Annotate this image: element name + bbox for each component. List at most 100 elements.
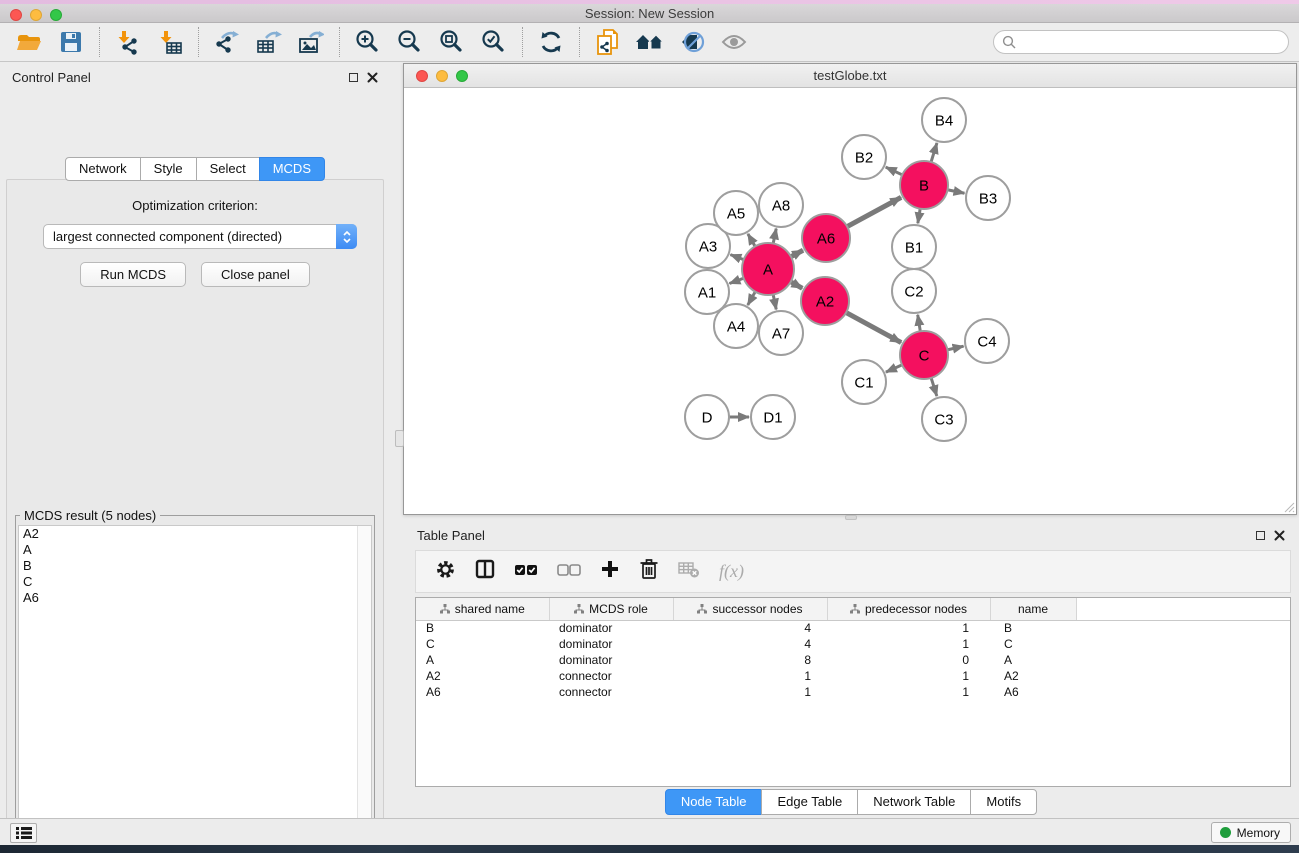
mcds-result-item[interactable]: A2: [19, 526, 371, 542]
close-window-button[interactable]: [10, 9, 22, 21]
close-table-panel-icon[interactable]: [1274, 530, 1285, 541]
run-mcds-button[interactable]: Run MCDS: [80, 262, 186, 287]
zoom-out-button[interactable]: [389, 25, 431, 59]
select-all-columns-button[interactable]: [514, 563, 538, 581]
table-settings-button[interactable]: [435, 559, 456, 585]
graph-node-A8[interactable]: A8: [759, 183, 803, 227]
table-row[interactable]: Bdominator41B: [416, 620, 1290, 636]
tab-mcds[interactable]: MCDS: [259, 157, 325, 181]
table-row[interactable]: A6connector11A6: [416, 684, 1290, 700]
graph-node-C4[interactable]: C4: [965, 319, 1009, 363]
network-window-controls[interactable]: [416, 70, 468, 82]
refresh-view-button[interactable]: [530, 25, 572, 59]
network-canvas[interactable]: AA1A2A3A4A5A6A7A8BB1B2B3B4CC1C2C3C4DD1: [404, 88, 1296, 514]
maximize-network-window-button[interactable]: [456, 70, 468, 82]
open-session-button[interactable]: [8, 25, 50, 59]
maximize-window-button[interactable]: [50, 9, 62, 21]
graph-node-B4[interactable]: B4: [922, 98, 966, 142]
zoom-in-button[interactable]: [347, 25, 389, 59]
function-builder-button[interactable]: f(x): [719, 561, 744, 582]
node-table[interactable]: shared name MCDS role successor nodes pr…: [415, 597, 1291, 787]
network-graph[interactable]: AA1A2A3A4A5A6A7A8BB1B2B3B4CC1C2C3C4DD1: [404, 88, 1296, 514]
float-panel-icon[interactable]: [349, 73, 358, 82]
graph-node-B[interactable]: B: [900, 161, 948, 209]
graph-node-D[interactable]: D: [685, 395, 729, 439]
export-network-button[interactable]: [206, 25, 248, 59]
tab-node-table[interactable]: Node Table: [665, 789, 763, 815]
graph-node-A4[interactable]: A4: [714, 304, 758, 348]
mcds-result-item[interactable]: B: [19, 558, 371, 574]
graph-edge-B-B4[interactable]: [930, 143, 936, 164]
tab-edge-table[interactable]: Edge Table: [761, 789, 858, 815]
zoom-fit-button[interactable]: [431, 25, 473, 59]
search-input[interactable]: [1016, 33, 1288, 51]
import-table-button[interactable]: [149, 25, 191, 59]
tab-network-table[interactable]: Network Table: [857, 789, 971, 815]
column-header-name[interactable]: name: [990, 598, 1076, 620]
table-row[interactable]: Cdominator41C: [416, 636, 1290, 652]
network-from-clipboard-button[interactable]: [587, 25, 629, 59]
graph-node-A1[interactable]: A1: [685, 270, 729, 314]
graph-node-C[interactable]: C: [900, 331, 948, 379]
network-window-titlebar[interactable]: testGlobe.txt: [404, 64, 1296, 88]
search-field[interactable]: [993, 30, 1289, 54]
tab-motifs[interactable]: Motifs: [970, 789, 1037, 815]
column-header-predecessor-nodes[interactable]: predecessor nodes: [827, 598, 990, 620]
export-table-button[interactable]: [248, 25, 290, 59]
window-resize-grip[interactable]: [1282, 500, 1295, 513]
home-button[interactable]: [629, 25, 671, 59]
graph-node-D1[interactable]: D1: [751, 395, 795, 439]
task-history-button[interactable]: [10, 823, 37, 843]
close-panel-button[interactable]: Close panel: [201, 262, 310, 287]
column-header-successor-nodes[interactable]: successor nodes: [673, 598, 827, 620]
tab-select[interactable]: Select: [196, 157, 260, 181]
delete-column-button[interactable]: [639, 558, 659, 585]
close-panel-icon[interactable]: [367, 72, 378, 83]
memory-button[interactable]: Memory: [1211, 822, 1291, 843]
minimize-network-window-button[interactable]: [436, 70, 448, 82]
minimize-window-button[interactable]: [30, 9, 42, 21]
graph-node-B3[interactable]: B3: [966, 176, 1010, 220]
vertical-splitter-handle[interactable]: [395, 430, 404, 447]
graph-edge-C-C3[interactable]: [931, 376, 937, 396]
graph-node-A5[interactable]: A5: [714, 191, 758, 235]
tab-network[interactable]: Network: [65, 157, 141, 181]
label-visibility-button[interactable]: [671, 25, 713, 59]
save-session-button[interactable]: [50, 25, 92, 59]
import-network-button[interactable]: [107, 25, 149, 59]
graph-node-A7[interactable]: A7: [759, 311, 803, 355]
add-column-button[interactable]: [600, 559, 620, 584]
tab-style[interactable]: Style: [140, 157, 197, 181]
graph-node-B2[interactable]: B2: [842, 135, 886, 179]
column-visibility-button[interactable]: [475, 559, 495, 584]
mcds-result-item[interactable]: A6: [19, 590, 371, 606]
table-row[interactable]: A2connector11A2: [416, 668, 1290, 684]
deselect-all-columns-button[interactable]: [557, 563, 581, 581]
float-table-panel-icon[interactable]: [1256, 531, 1265, 540]
column-header-shared-name[interactable]: shared name: [416, 598, 549, 620]
graph-edge-B-B2[interactable]: [886, 167, 904, 176]
graph-node-C3[interactable]: C3: [922, 397, 966, 441]
delete-table-button[interactable]: [678, 560, 700, 583]
mcds-result-item[interactable]: A: [19, 542, 371, 558]
table-row[interactable]: Adominator80A: [416, 652, 1290, 668]
graph-edge-A2-C[interactable]: [844, 312, 901, 343]
graph-node-B1[interactable]: B1: [892, 225, 936, 269]
graph-node-A[interactable]: A: [742, 243, 794, 295]
column-header-mcds-role[interactable]: MCDS role: [549, 598, 673, 620]
export-image-button[interactable]: [290, 25, 332, 59]
result-list-scrollbar[interactable]: [357, 526, 371, 853]
graph-node-C1[interactable]: C1: [842, 360, 886, 404]
show-hide-graphics-button[interactable]: [713, 25, 755, 59]
graph-edge-A6-B[interactable]: [845, 197, 901, 227]
zoom-selected-button[interactable]: [473, 25, 515, 59]
window-controls[interactable]: [10, 9, 62, 21]
network-from-clipboard-icon: [596, 29, 620, 55]
close-network-window-button[interactable]: [416, 70, 428, 82]
graph-node-A6[interactable]: A6: [802, 214, 850, 262]
mcds-result-item[interactable]: C: [19, 574, 371, 590]
graph-node-A2[interactable]: A2: [801, 277, 849, 325]
table-cell: C: [416, 636, 549, 652]
graph-node-C2[interactable]: C2: [892, 269, 936, 313]
criterion-dropdown[interactable]: largest connected component (directed): [43, 224, 357, 249]
